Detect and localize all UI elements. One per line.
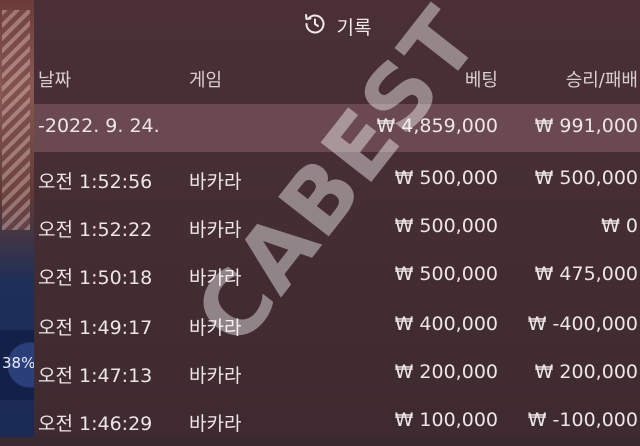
row-game: 바카라 [189, 317, 242, 339]
row-result: ₩ 500,000 [534, 167, 638, 189]
table-row[interactable]: 오전 1:52:22 바카라 ₩ 500,000 ₩ 0 [34, 204, 640, 252]
history-icon [303, 12, 327, 41]
row-result: ₩ 0 [601, 215, 638, 237]
history-header: 기록 [34, 0, 640, 52]
row-result: ₩ -400,000 [527, 313, 638, 335]
row-bet: ₩ 200,000 [394, 361, 498, 383]
row-result: ₩ -100,000 [527, 409, 638, 431]
row-result: ₩ 475,000 [534, 263, 638, 285]
column-bet: 베팅 [464, 70, 498, 91]
column-result: 승리/패배 [565, 70, 638, 91]
background-decoration [2, 10, 30, 230]
summary-result: ₩ 991,000 [534, 115, 638, 137]
row-time: 오전 1:49:17 [38, 317, 153, 339]
history-title: 기록 [336, 16, 372, 39]
summary-bet: ₩ 4,859,000 [376, 115, 498, 137]
table-row[interactable]: 오전 1:52:56 바카라 ₩ 500,000 ₩ 500,000 [34, 156, 640, 204]
background-game-scene: 38% [0, 0, 36, 437]
row-game: 바카라 [189, 171, 242, 193]
row-game: 바카라 [189, 267, 242, 289]
table-row[interactable]: 오전 1:50:18 바카라 ₩ 500,000 ₩ 475,000 [34, 252, 640, 300]
column-date: 날짜 [38, 70, 72, 91]
progress-percent: 38% [2, 354, 36, 372]
row-time: 오전 1:50:18 [38, 267, 153, 289]
row-bet: ₩ 500,000 [394, 215, 498, 237]
row-bet: ₩ 500,000 [394, 263, 498, 285]
row-game: 바카라 [189, 219, 242, 241]
row-bet: ₩ 500,000 [394, 167, 498, 189]
column-headers: 날짜 게임 베팅 승리/패배 [34, 62, 640, 94]
row-time: 오전 1:52:22 [38, 219, 153, 241]
row-time: 오전 1:46:29 [38, 413, 153, 435]
table-row[interactable]: 오전 1:47:13 바카라 ₩ 200,000 ₩ 200,000 [34, 350, 640, 398]
column-game: 게임 [189, 70, 223, 91]
date-summary-row[interactable]: -2022. 9. 24. ₩ 4,859,000 ₩ 991,000 [34, 104, 640, 152]
row-bet: ₩ 400,000 [394, 313, 498, 335]
row-bet: ₩ 100,000 [394, 409, 498, 431]
summary-date: -2022. 9. 24. [38, 115, 160, 137]
row-time: 오전 1:52:56 [38, 171, 153, 193]
history-panel: 기록 날짜 게임 베팅 승리/패배 -2022. 9. 24. ₩ 4,859,… [34, 0, 640, 437]
row-game: 바카라 [189, 413, 242, 435]
table-row[interactable]: 오전 1:49:17 바카라 ₩ 400,000 ₩ -400,000 [34, 302, 640, 350]
row-time: 오전 1:47:13 [38, 365, 153, 387]
table-row[interactable]: 오전 1:46:29 바카라 ₩ 100,000 ₩ -100,000 [34, 398, 640, 446]
row-result: ₩ 200,000 [534, 361, 638, 383]
row-game: 바카라 [189, 365, 242, 387]
